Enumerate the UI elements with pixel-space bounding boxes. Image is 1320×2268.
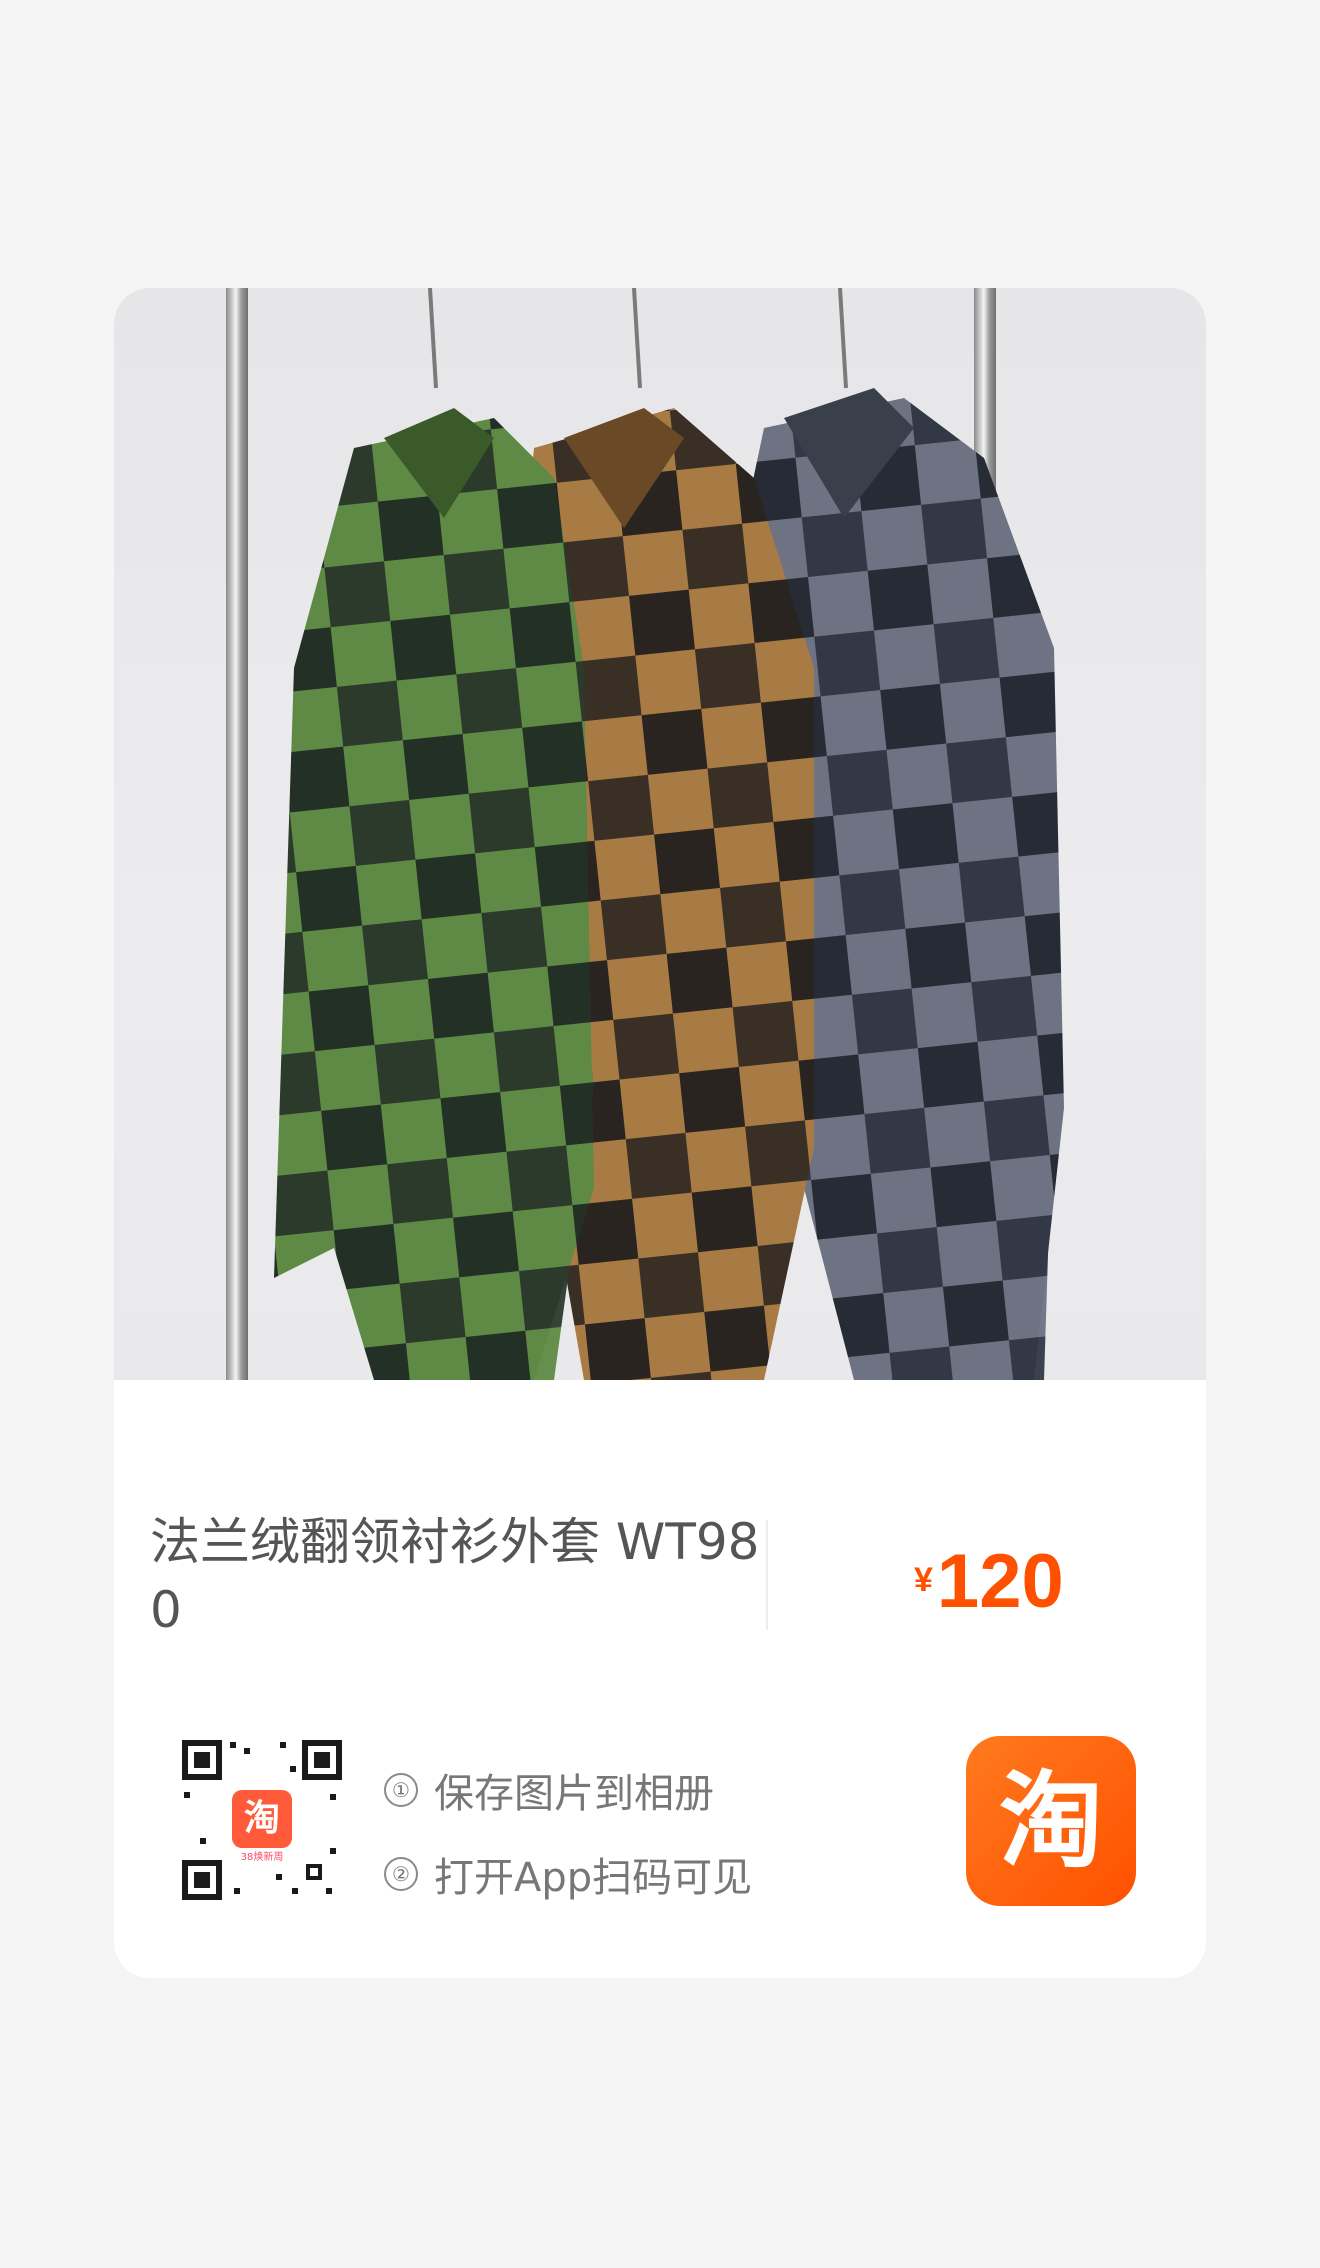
step-text: 打开App扫码可见: [434, 1855, 753, 1901]
taobao-app-icon[interactable]: 淘: [966, 1736, 1136, 1906]
share-steps: ① 保存图片到相册 ② 打开App扫码可见: [384, 1748, 752, 1916]
product-image[interactable]: [114, 288, 1206, 1380]
price: ¥120: [914, 1538, 1064, 1625]
taobao-logo-char: 淘: [998, 1760, 1103, 1882]
qr-code-icon[interactable]: 淘 38焕新周: [180, 1738, 344, 1902]
step-text: 保存图片到相册: [434, 1771, 714, 1817]
step-number: ②: [384, 1857, 418, 1891]
share-card: 法兰绒翻领衬衫外套 WT980 ¥120 淘 38焕新周 ① 保存图片到相册 ②…: [114, 288, 1206, 1978]
divider: [766, 1520, 768, 1630]
step-save-image: ① 保存图片到相册: [384, 1748, 752, 1832]
product-title[interactable]: 法兰绒翻领衬衫外套 WT980: [150, 1508, 780, 1644]
plaid-jackets-illustration: [274, 288, 1064, 1380]
qr-badge-char: 淘: [244, 1798, 280, 1839]
step-open-app: ② 打开App扫码可见: [384, 1832, 752, 1916]
qr-badge-caption: 38焕新周: [241, 1850, 284, 1863]
price-currency: ¥: [914, 1561, 933, 1599]
step-number: ①: [384, 1773, 418, 1807]
price-value: 120: [936, 1539, 1064, 1624]
